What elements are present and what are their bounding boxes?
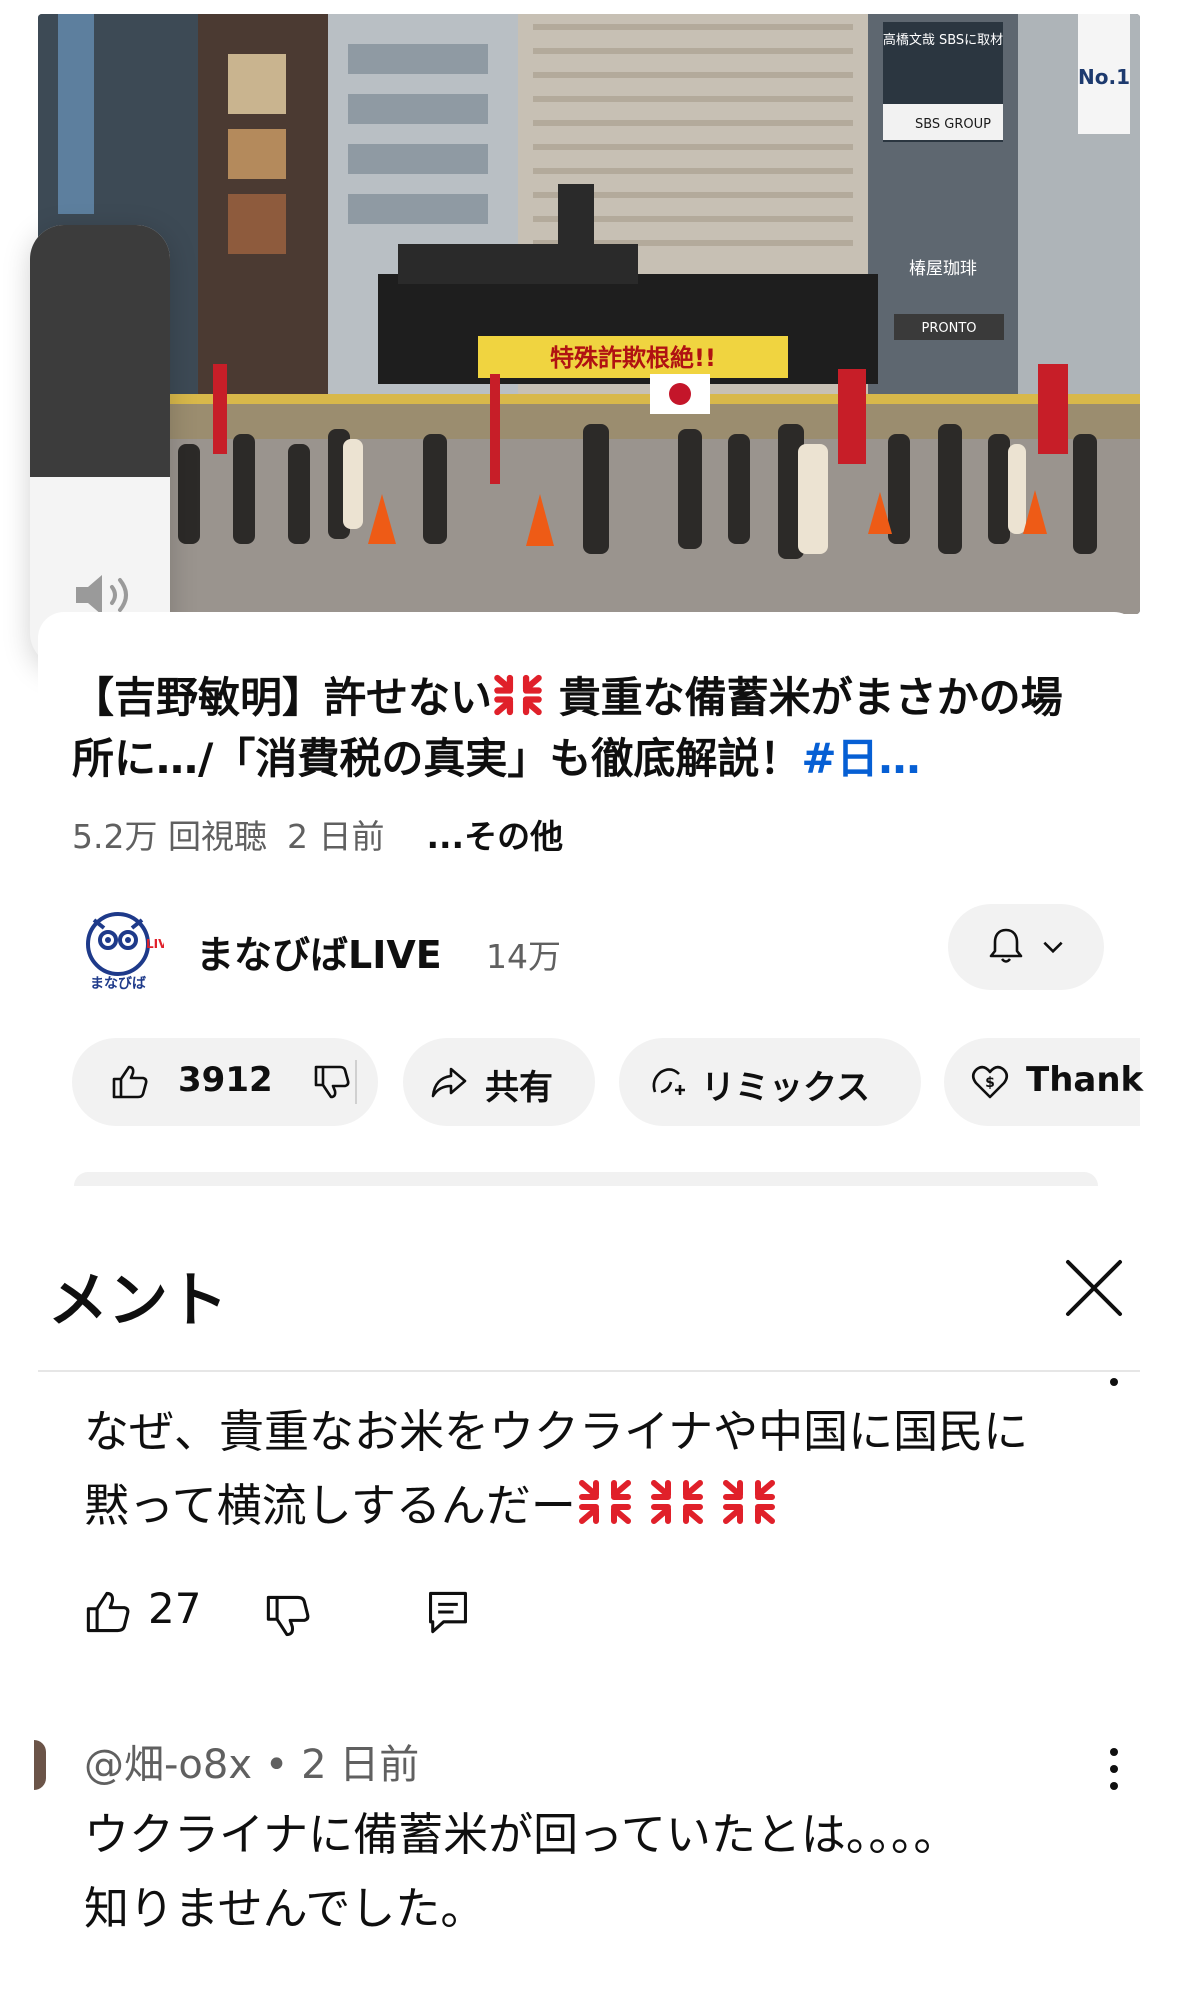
svg-text:LIVE: LIVE bbox=[146, 937, 164, 951]
like-dislike-group: 3912 bbox=[72, 1038, 378, 1126]
comments-title: メント bbox=[48, 1266, 228, 1336]
chevron-down-icon bbox=[1043, 941, 1063, 954]
channel-logo-text: まなびば bbox=[90, 976, 146, 992]
title-hashtag-link[interactable]: #日… bbox=[801, 734, 920, 783]
close-icon[interactable] bbox=[1064, 1258, 1124, 1318]
no1-sign: No.1 bbox=[1078, 65, 1130, 89]
anger-icon bbox=[650, 1480, 703, 1524]
reply-icon[interactable] bbox=[424, 1588, 472, 1636]
video-player[interactable]: 高橋文哉 SBSに取材 SBS GROUP 椿屋珈琲 PRONTO No.1 特… bbox=[38, 14, 1140, 614]
dot-separator: • bbox=[252, 1742, 302, 1788]
dislike-icon[interactable] bbox=[312, 1062, 352, 1102]
video-meta[interactable]: 5.2万 回視聴 2 日前 ...その他 bbox=[72, 810, 583, 858]
comment-menu-icon[interactable] bbox=[1110, 1748, 1120, 1799]
volume-empty-track bbox=[30, 225, 170, 477]
share-icon bbox=[431, 1067, 467, 1098]
comment-like-icon[interactable] bbox=[84, 1588, 132, 1636]
comment-like-count: 27 bbox=[148, 1584, 202, 1633]
comment-line: 知りませんでした。 bbox=[84, 1882, 486, 1935]
view-count: 5.2万 回視聴 bbox=[72, 817, 267, 856]
bell-icon bbox=[989, 928, 1023, 963]
banner-text: 特殊詐欺根絶!! bbox=[550, 344, 716, 372]
anger-icon bbox=[494, 674, 542, 716]
remix-label: リミックス bbox=[701, 1068, 870, 1108]
anger-icon bbox=[722, 1480, 775, 1524]
chip-divider bbox=[355, 1060, 357, 1104]
video-title[interactable]: 【吉野敏明】許せない 貴重な備蓄米がまさかの場所に…/「消費税の真実」も徹底解説… bbox=[72, 667, 1092, 789]
volume-slider[interactable] bbox=[30, 225, 170, 667]
comment-body: なぜ、貴重なお米をウクライナや中国に国民に 黙って横流しするんだー bbox=[84, 1395, 1104, 1543]
anger-icon bbox=[578, 1480, 631, 1524]
comment-author[interactable]: @畑-o8x bbox=[84, 1742, 252, 1788]
like-count[interactable]: 3912 bbox=[178, 1060, 273, 1100]
subscription-bell-button[interactable] bbox=[948, 904, 1104, 990]
thanks-button[interactable]: $ Thank bbox=[944, 1038, 1144, 1126]
comment-line: 黙って横流しするんだー bbox=[84, 1479, 576, 1532]
channel-avatar[interactable]: LIVE まなびば bbox=[78, 908, 164, 994]
storefront-sign: PRONTO bbox=[921, 321, 976, 336]
comment-dislike-icon[interactable] bbox=[264, 1592, 312, 1640]
comment-body: ウクライナに備蓄米が回っていたとは。。。。 知りませんでした。 bbox=[84, 1798, 1104, 1946]
comment-line: なぜ、貴重なお米をウクライナや中国に国民に bbox=[84, 1405, 1029, 1458]
share-button[interactable]: 共有 bbox=[403, 1038, 595, 1126]
commenter-avatar[interactable] bbox=[34, 1740, 46, 1790]
comments-header-divider bbox=[38, 1370, 1140, 1372]
svg-text:$: $ bbox=[985, 1075, 995, 1091]
billboard-brand: SBS GROUP bbox=[915, 117, 991, 132]
cafe-sign: 椿屋珈琲 bbox=[909, 259, 977, 279]
more-link[interactable]: ...その他 bbox=[426, 817, 563, 856]
remix-button[interactable]: リミックス bbox=[619, 1038, 921, 1126]
share-label: 共有 bbox=[485, 1068, 553, 1108]
comment-menu-icon[interactable] bbox=[1110, 1378, 1120, 1395]
channel-name[interactable]: まなびばLIVE bbox=[196, 924, 442, 979]
upload-age: 2 日前 bbox=[286, 817, 385, 856]
billboard-text: 高橋文哉 SBSに取材 bbox=[883, 32, 1003, 48]
heart-dollar-icon: $ bbox=[971, 1065, 1009, 1099]
comment-age: 2 日前 bbox=[301, 1742, 420, 1788]
subscriber-count: 14万 bbox=[486, 937, 561, 976]
video-frame: 高橋文哉 SBSに取材 SBS GROUP 椿屋珈琲 PRONTO No.1 特… bbox=[38, 14, 1140, 614]
thanks-label: Thank bbox=[1026, 1060, 1144, 1100]
comment-line: ウクライナに備蓄米が回っていたとは。。。。 bbox=[84, 1808, 959, 1861]
title-text-part1: 【吉野敏明】許せない bbox=[72, 673, 493, 722]
comment-author-line: @畑-o8x • 2 日前 bbox=[84, 1732, 419, 1790]
shelf-edge bbox=[74, 1172, 1098, 1186]
remix-icon bbox=[652, 1068, 685, 1095]
like-icon[interactable] bbox=[110, 1062, 150, 1102]
